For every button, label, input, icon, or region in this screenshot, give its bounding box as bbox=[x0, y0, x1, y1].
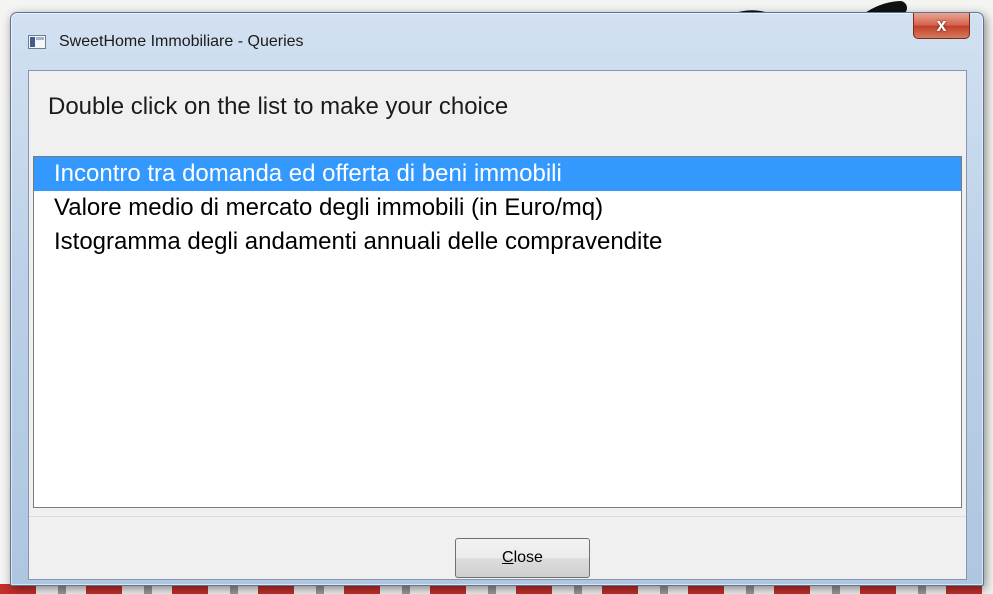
list-item[interactable]: Istogramma degli andamenti annuali delle… bbox=[34, 225, 961, 259]
queries-dialog-window: SweetHome Immobiliare - Queries x Double… bbox=[10, 12, 984, 586]
close-button-label: lose bbox=[513, 549, 543, 566]
list-item[interactable]: Valore medio di mercato degli immobili (… bbox=[34, 191, 961, 225]
close-button[interactable]: Close bbox=[455, 538, 590, 578]
query-listbox[interactable]: Incontro tra domanda ed offerta di beni … bbox=[33, 156, 962, 508]
window-title: SweetHome Immobiliare - Queries bbox=[59, 33, 304, 50]
list-item[interactable]: Incontro tra domanda ed offerta di beni … bbox=[34, 157, 961, 191]
footer-divider bbox=[29, 516, 966, 517]
title-bar[interactable]: SweetHome Immobiliare - Queries x bbox=[11, 13, 983, 65]
close-button-mnemonic: C bbox=[502, 549, 514, 566]
dialog-client-area: Double click on the list to make your ch… bbox=[28, 70, 967, 580]
window-close-button[interactable]: x bbox=[913, 13, 970, 39]
app-window-icon bbox=[28, 35, 46, 49]
instruction-label: Double click on the list to make your ch… bbox=[48, 93, 509, 120]
close-icon: x bbox=[936, 15, 947, 35]
